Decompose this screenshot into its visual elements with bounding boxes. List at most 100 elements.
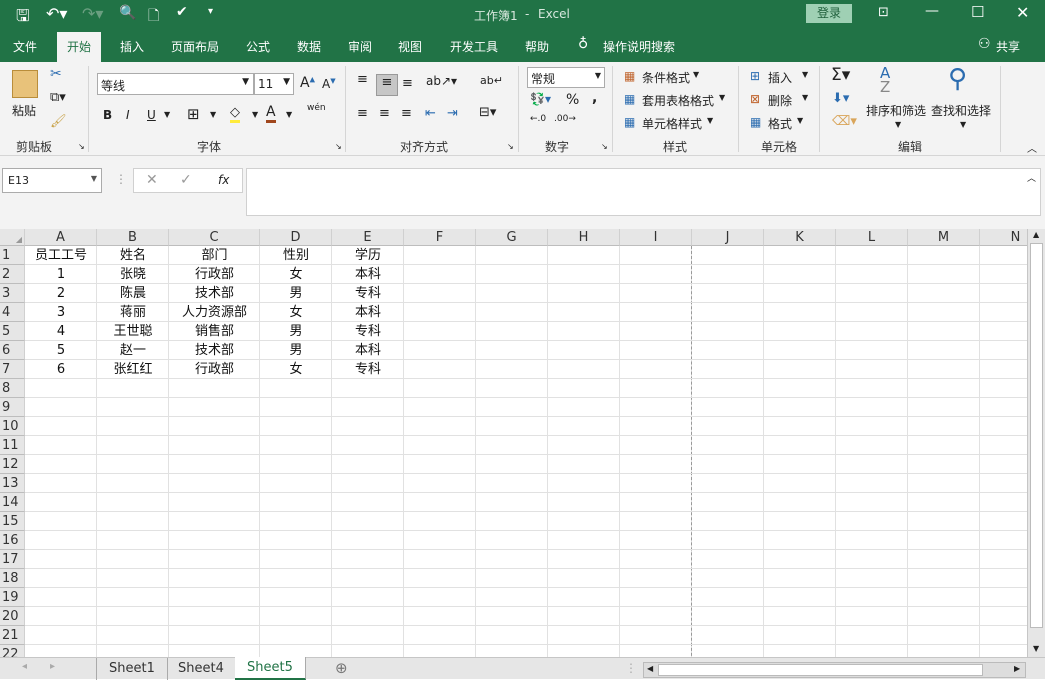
sheet-tab-sheet4[interactable]: Sheet4 [166,658,237,680]
table-cell[interactable]: 赵一 [97,341,169,360]
row-header[interactable]: 22 [0,645,25,657]
prev-sheet-icon[interactable]: ◂ [22,661,27,672]
row-header[interactable]: 4 [0,303,25,322]
decrease-indent-icon[interactable]: ⇤ [425,106,436,121]
tab-insert[interactable]: 插入 [120,38,144,55]
bold-button[interactable]: B [103,108,112,122]
align-bottom-icon[interactable]: ≡ [402,76,413,91]
select-all-corner[interactable]: ◢ [0,229,25,246]
column-header[interactable]: K [764,229,836,246]
maximize-button[interactable]: ☐ [971,3,984,21]
find-select-button[interactable]: 查找和选择 [931,102,991,119]
row-header[interactable]: 3 [0,284,25,303]
table-cell[interactable]: 5 [25,341,97,360]
table-cell[interactable]: 专科 [332,284,404,303]
tab-file[interactable]: 文件 [13,38,37,55]
underline-button[interactable]: U [147,108,156,122]
close-button[interactable]: ✕ [1016,3,1029,22]
table-cell[interactable]: 女 [260,303,332,322]
table-cell[interactable]: 专科 [332,360,404,379]
login-button[interactable]: 登录 [806,4,852,23]
tell-me-search[interactable]: 操作说明搜索 [603,38,675,55]
format-as-table-button[interactable]: 套用表格格式 [642,92,714,109]
cut-icon[interactable]: ✂ [50,66,62,82]
orientation-icon[interactable]: ab↗▾ [426,74,457,88]
add-sheet-icon[interactable]: ⊕ [335,659,348,677]
enter-check-icon[interactable]: ✓ [180,172,192,188]
fill-color-icon[interactable]: ◇ [230,105,240,123]
share-button[interactable]: 共享 [996,38,1020,55]
number-format-dropdown[interactable]: 常规 ▼ [527,67,605,88]
table-cell[interactable]: 男 [260,322,332,341]
tab-home[interactable]: 开始 [57,32,102,62]
row-header[interactable]: 19 [0,588,25,607]
cell-styles-button[interactable]: 单元格样式 [642,115,702,132]
row-header[interactable]: 6 [0,341,25,360]
column-header[interactable]: L [836,229,908,246]
row-header[interactable]: 18 [0,569,25,588]
scroll-right-icon[interactable]: ▶ [1014,664,1020,673]
column-header[interactable]: J [692,229,764,246]
tab-view[interactable]: 视图 [398,38,422,55]
table-cell[interactable]: 男 [260,284,332,303]
chevron-down-icon[interactable]: ▼ [286,110,292,119]
table-cell[interactable]: 性别 [260,246,332,265]
tab-help[interactable]: 帮助 [525,38,549,55]
table-cell[interactable]: 2 [25,284,97,303]
row-header[interactable]: 8 [0,379,25,398]
spreadsheet-grid[interactable]: ◢ A B C D E F G H I J K L M N 1 2 3 4 5 6 7 8 9 10 11 12 13 14 15 16 17… [0,229,1027,657]
align-top-icon[interactable]: ≡ [357,72,368,87]
customize-qat-icon[interactable]: ▾ [208,6,213,17]
ribbon-display-icon[interactable]: ⊡ [878,5,889,20]
column-header[interactable]: A [25,229,97,246]
row-header[interactable]: 1 [0,246,25,265]
table-cell[interactable]: 学历 [332,246,404,265]
save-icon[interactable]: 🖫 [16,5,30,32]
font-color-icon[interactable]: A [266,104,276,123]
table-cell[interactable]: 技术部 [169,341,260,360]
dialog-launcher-icon[interactable]: ↘ [78,142,85,151]
clear-icon[interactable]: ⌫▾ [832,114,857,129]
row-header[interactable]: 10 [0,417,25,436]
chevron-down-icon[interactable]: ▼ [210,110,216,119]
collapse-ribbon-icon[interactable]: ︿ [1027,140,1037,155]
row-header[interactable]: 5 [0,322,25,341]
autosum-icon[interactable]: Σ▾ [831,65,850,85]
table-cell[interactable]: 行政部 [169,265,260,284]
name-box[interactable]: E13 ▼ [2,168,102,193]
percent-button[interactable]: % [566,92,579,108]
italic-button[interactable]: I [126,108,130,122]
table-cell[interactable]: 张红红 [97,360,169,379]
print-preview-icon[interactable]: 🔍 [119,5,136,21]
table-cell[interactable]: 员工工号 [25,246,97,265]
dialog-launcher-icon[interactable]: ↘ [335,142,342,151]
merge-center-icon[interactable]: ⊟▾ [479,105,496,120]
increase-font-icon[interactable]: A▲ [300,75,315,91]
font-size-dropdown[interactable]: 11 ▼ [254,73,294,95]
column-header[interactable]: H [548,229,620,246]
vertical-scrollbar[interactable]: ▲ ▼ [1027,229,1045,657]
splitter-handle[interactable]: ⋮ [115,172,127,186]
cancel-icon[interactable]: ✕ [146,172,158,188]
chevron-down-icon[interactable]: ▼ [252,110,258,119]
conditional-formatting-button[interactable]: 条件格式 [642,69,690,86]
touch-mode-icon[interactable]: ✔ [176,4,188,20]
column-header[interactable]: E [332,229,404,246]
row-header[interactable]: 12 [0,455,25,474]
chevron-down-icon[interactable]: ▼ [164,110,170,119]
horizontal-scrollbar[interactable]: ◀ ▶ [643,662,1026,678]
table-cell[interactable]: 本科 [332,341,404,360]
expand-formula-icon[interactable]: ︿ [1027,171,1036,184]
table-cell[interactable]: 人力资源部 [169,303,260,322]
formula-input[interactable]: ︿ [246,168,1041,216]
font-name-dropdown[interactable]: 等线 ▼ [97,73,254,95]
align-right-icon[interactable]: ≡ [401,106,412,121]
row-header[interactable]: 9 [0,398,25,417]
table-cell[interactable]: 女 [260,265,332,284]
fill-icon[interactable]: ⬇▾ [832,91,849,106]
table-cell[interactable]: 本科 [332,265,404,284]
table-cell[interactable]: 蒋丽 [97,303,169,322]
table-cell[interactable]: 1 [25,265,97,284]
table-cell[interactable]: 技术部 [169,284,260,303]
accounting-format-icon[interactable]: 💱▾ [530,92,551,106]
